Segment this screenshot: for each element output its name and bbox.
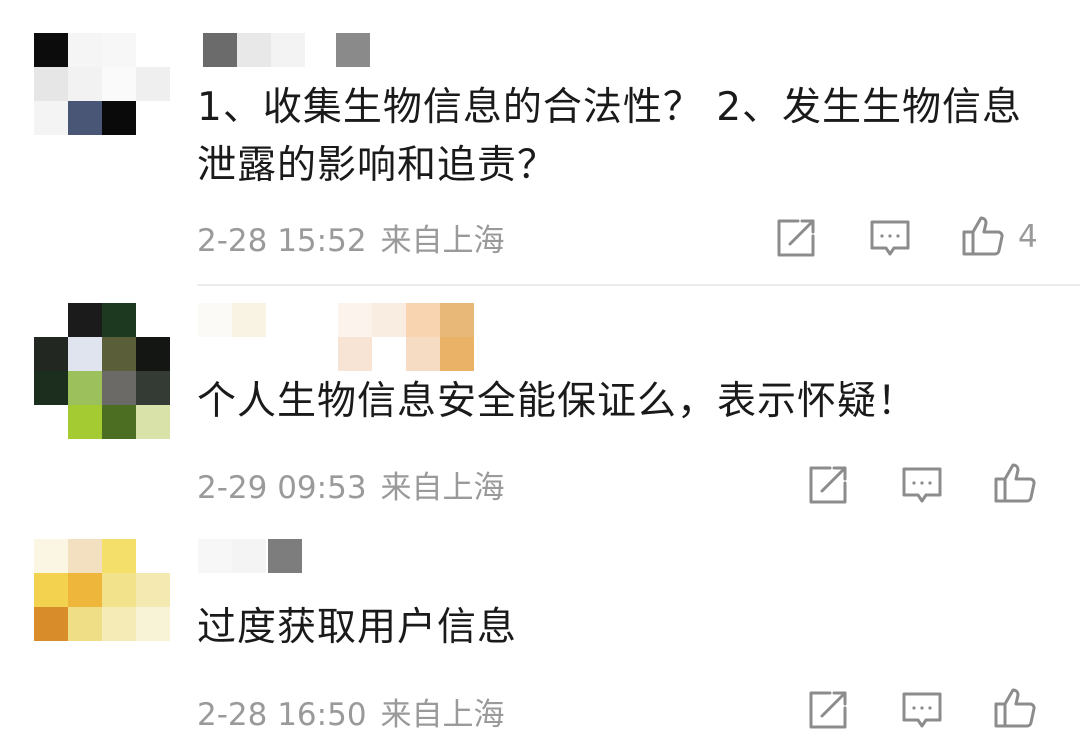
comment-meta: 2-28 16:50 来自上海 (197, 689, 505, 734)
comment-meta: 2-28 15:52 来自上海 (197, 215, 505, 260)
avatar[interactable] (34, 303, 170, 439)
username[interactable] (198, 33, 378, 83)
like-count: 4 (1018, 219, 1038, 255)
comment-location: 来自上海 (380, 223, 505, 259)
username[interactable] (198, 539, 318, 589)
username[interactable] (198, 303, 488, 373)
comment-date: 2-29 09:53 (197, 470, 367, 506)
avatar[interactable] (34, 33, 170, 169)
comment-text: 个人生物信息安全能保证么，表示怀疑！ (197, 379, 918, 424)
comment-text: 1、收集生物信息的合法性？ 2、发生生物信息泄露的影响和追责？ (197, 85, 1023, 188)
share-icon[interactable] (804, 686, 852, 734)
comment-text: 过度获取用户信息 (197, 605, 518, 650)
comment-date: 2-28 16:50 (197, 697, 367, 733)
comment-location: 来自上海 (380, 470, 505, 506)
comment-date: 2-28 15:52 (197, 223, 367, 259)
avatar[interactable] (34, 539, 170, 675)
share-icon[interactable] (804, 461, 852, 509)
comment-meta: 2-29 09:53 来自上海 (197, 462, 505, 507)
thumbs-up-icon[interactable] (960, 212, 1008, 260)
thumbs-up-icon[interactable] (992, 459, 1040, 507)
comment-location: 来自上海 (380, 697, 505, 733)
comment-item: 过度获取用户信息 2-28 16:50 来自上海 (0, 534, 1080, 746)
comment-icon[interactable] (898, 461, 946, 509)
thumbs-up-icon[interactable] (992, 684, 1040, 732)
share-icon[interactable] (772, 214, 820, 262)
comment-icon[interactable] (898, 686, 946, 734)
comment-icon[interactable] (866, 214, 914, 262)
comment-item: 1、收集生物信息的合法性？ 2、发生生物信息泄露的影响和追责？ 2-28 15:… (0, 0, 1080, 285)
comment-item: 个人生物信息安全能保证么，表示怀疑！ 2-29 09:53 来自上海 (0, 286, 1080, 534)
